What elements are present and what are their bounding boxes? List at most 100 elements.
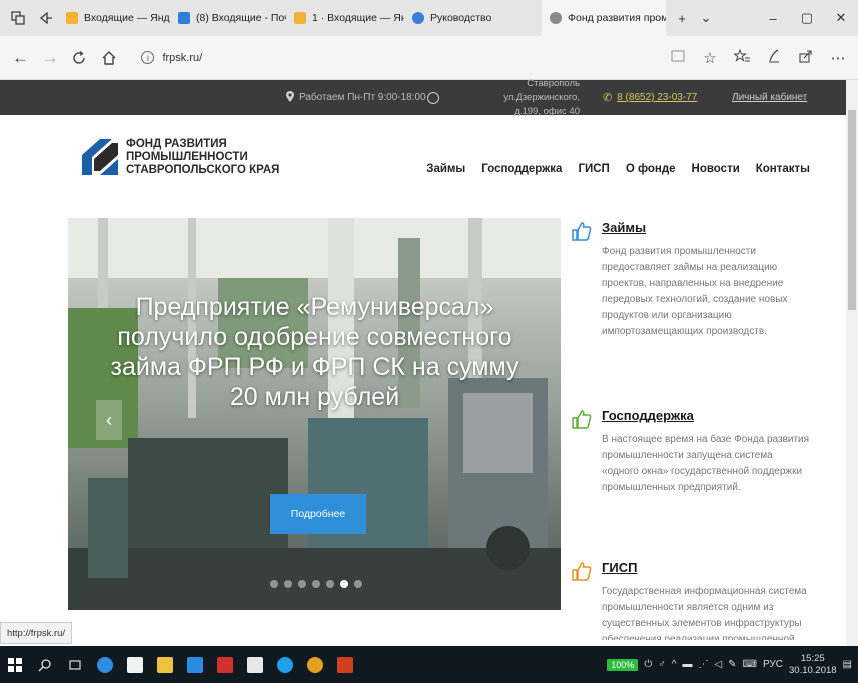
lync-icon[interactable] — [180, 646, 210, 683]
service-text-gisp: Государственная информационная система п… — [602, 586, 807, 640]
service-title-gisp[interactable]: ГИСП — [602, 560, 637, 575]
notifications-icon[interactable]: ▤ — [843, 659, 852, 670]
service-title-state-support[interactable]: Господдержка — [602, 408, 694, 423]
menu-item-contacts[interactable]: Контакты — [756, 163, 810, 175]
tab-list-button[interactable]: ⌄ — [694, 6, 718, 30]
tab-label: Руководство — [430, 12, 492, 24]
search-icon[interactable] — [30, 646, 60, 683]
home-icon[interactable] — [94, 43, 123, 73]
tab-yandex-mail-2[interactable]: 1 · Входящие — Яндекс.П — [286, 0, 404, 36]
location-pin-icon — [286, 90, 294, 105]
slider-dot[interactable] — [312, 580, 320, 588]
yandex-mail-icon — [294, 12, 306, 24]
presentation-app-icon[interactable] — [330, 646, 360, 683]
people-icon[interactable]: ♂ — [658, 659, 666, 670]
page-scrollbar[interactable] — [846, 80, 858, 646]
tab-yandex-mail-1[interactable]: Входящие — Яндекс.Почт — [58, 0, 170, 36]
thumbs-up-icon — [572, 222, 592, 241]
favorite-star-icon[interactable]: ☆ — [696, 49, 724, 67]
skype-icon[interactable] — [270, 646, 300, 683]
clock-icon — [427, 80, 439, 115]
clock-date: 30.10.2018 — [789, 664, 837, 676]
forward-arrow-icon[interactable]: → — [35, 43, 64, 73]
scrollbar-thumb[interactable] — [848, 110, 856, 310]
slider-dot[interactable] — [298, 580, 306, 588]
info-icon[interactable]: i — [141, 51, 155, 64]
logo-line-3: СТАВРОПОЛЬСКОГО КРАЯ — [126, 163, 280, 176]
menu-item-loans[interactable]: Займы — [426, 163, 465, 175]
network-icon[interactable]: ▬ — [682, 659, 692, 670]
volume-icon[interactable]: ◁ — [714, 659, 722, 670]
store-icon[interactable] — [120, 646, 150, 683]
tabs-aside-icon[interactable] — [34, 6, 58, 30]
refresh-icon[interactable] — [65, 43, 94, 73]
plug-icon[interactable]: ⏻ — [644, 659, 652, 670]
tab-manual[interactable]: Руководство — [404, 0, 512, 36]
phone-contact[interactable]: ✆ 8 (8652) 23-03-77 — [603, 80, 697, 115]
language-indicator[interactable]: РУС — [763, 659, 783, 670]
tab-frpsk-active[interactable]: Фонд развития пром × — [542, 0, 666, 36]
mail-ru-icon — [178, 12, 190, 24]
favorites-list-icon[interactable] — [728, 48, 756, 67]
browser-tab-bar: Входящие — Яндекс.Почт (8) Входящие - По… — [0, 0, 858, 36]
clock-time: 15:25 — [800, 652, 825, 664]
service-title-loans[interactable]: Займы — [602, 220, 646, 235]
menu-item-news[interactable]: Новости — [692, 163, 740, 175]
start-windows-icon[interactable] — [0, 646, 30, 683]
windows-taskbar: 100% ⏻ ♂ ^ ▬ ⋰ ◁ ✎ ⌨ РУС 15:25 30.10.201… — [0, 646, 858, 683]
pen-notes-icon[interactable] — [760, 48, 788, 67]
chrome-icon[interactable] — [300, 646, 330, 683]
site-logo[interactable]: ФОНД РАЗВИТИЯ ПРОМЫШЛЕННОСТИ СТАВРОПОЛЬС… — [78, 135, 279, 179]
address-toolbar: ← → i frpsk.ru/ ☆ ⋯ — [0, 36, 858, 80]
slider-dot[interactable] — [326, 580, 334, 588]
menu-item-about[interactable]: О фонде — [626, 163, 676, 175]
edge-browser-icon[interactable] — [90, 646, 120, 683]
mail-icon[interactable] — [240, 646, 270, 683]
personal-cabinet-link[interactable]: Личный кабинет — [732, 92, 807, 103]
site-info-bar: Работаем Пн-Пт 9:00-18:00 Ставрополь ул.… — [0, 78, 858, 117]
tab-label: 1 · Входящие — Яндекс.П — [312, 12, 404, 24]
thumbs-up-icon — [572, 410, 592, 429]
tab-label: Входящие — Яндекс.Почт — [84, 12, 170, 24]
red-app-icon[interactable] — [210, 646, 240, 683]
thumbs-up-icon — [572, 562, 592, 581]
cabinet-link-wrap[interactable]: Личный кабинет — [732, 80, 807, 115]
address-bar[interactable]: i frpsk.ru/ — [135, 44, 664, 72]
phone-icon: ✆ — [603, 92, 613, 104]
system-clock[interactable]: 15:25 30.10.2018 — [789, 653, 837, 677]
phone-link[interactable]: 8 (8652) 23-03-77 — [617, 92, 697, 103]
tab-label: (8) Входящие - Почта Ма — [196, 12, 286, 24]
close-window-button[interactable]: ✕ — [824, 10, 858, 26]
pen-icon[interactable]: ✎ — [728, 659, 736, 670]
slider-dot[interactable] — [270, 580, 278, 588]
yandex-mail-icon — [66, 12, 78, 24]
new-tab-button[interactable]: + — [670, 6, 694, 30]
reading-view-icon[interactable] — [664, 49, 692, 67]
slider-dot-active[interactable] — [340, 580, 348, 588]
tab-mail-ru[interactable]: (8) Входящие - Почта Ма — [170, 0, 286, 36]
task-view-icon[interactable] — [60, 646, 90, 683]
back-arrow-icon[interactable]: ← — [6, 43, 35, 73]
system-tray: 100% ⏻ ♂ ^ ▬ ⋰ ◁ ✎ ⌨ РУС 15:25 30.10.201… — [607, 653, 858, 677]
wifi-icon[interactable]: ⋰ — [698, 659, 708, 670]
menu-item-gisp[interactable]: ГИСП — [578, 163, 609, 175]
menu-item-state-support[interactable]: Господдержка — [481, 163, 562, 175]
service-text-loans: Фонд развития промышленности предоставля… — [602, 246, 788, 337]
news-slider: ‹ Предприятие «Ремуниверсал» получило од… — [68, 218, 561, 610]
slider-dot[interactable] — [354, 580, 362, 588]
slider-dot[interactable] — [284, 580, 292, 588]
slide-more-button[interactable]: Подробнее — [270, 494, 366, 534]
site-header: ФОНД РАЗВИТИЯ ПРОМЫШЛЕННОСТИ СТАВРОПОЛЬС… — [0, 115, 858, 215]
more-menu-icon[interactable]: ⋯ — [824, 49, 852, 67]
battery-indicator[interactable]: 100% — [607, 658, 639, 671]
file-explorer-icon[interactable] — [150, 646, 180, 683]
maximize-button[interactable]: ▢ — [790, 10, 824, 26]
logo-line-2: ПРОМЫШЛЕННОСТИ — [126, 150, 248, 163]
tray-expand-icon[interactable]: ^ — [672, 659, 677, 670]
keyboard-icon[interactable]: ⌨ — [743, 659, 757, 670]
share-icon[interactable] — [792, 49, 820, 67]
tab-preview-icon[interactable] — [6, 6, 30, 30]
guide-icon — [412, 12, 424, 24]
minimize-button[interactable]: – — [756, 11, 790, 26]
url-text[interactable]: frpsk.ru/ — [162, 52, 202, 64]
